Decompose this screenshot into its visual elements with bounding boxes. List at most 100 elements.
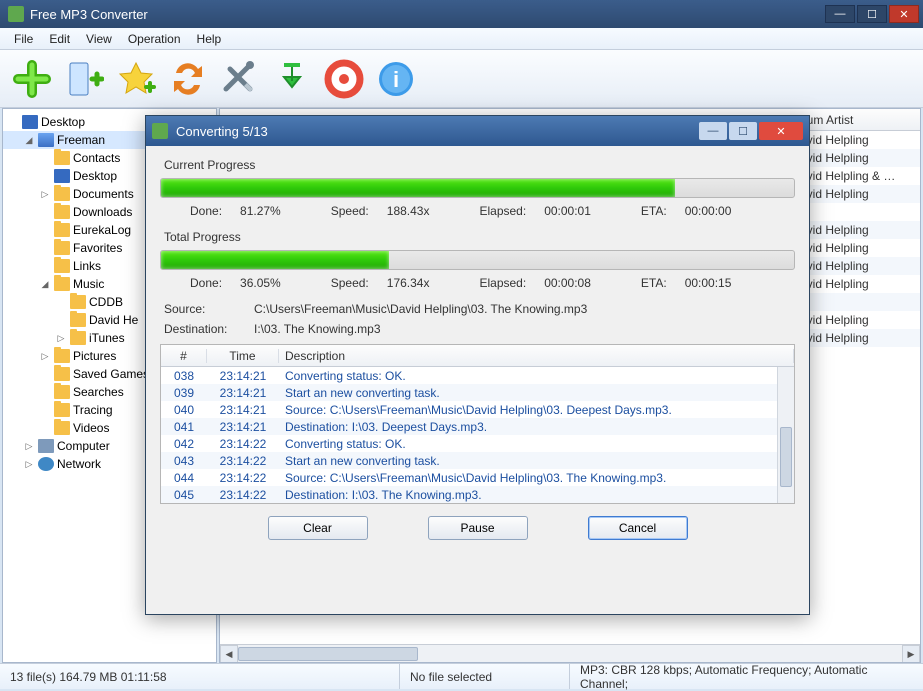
total-progressbar bbox=[160, 250, 795, 270]
menu-edit[interactable]: Edit bbox=[41, 30, 78, 48]
maximize-button[interactable]: ☐ bbox=[857, 5, 887, 23]
desktop-icon bbox=[22, 115, 38, 129]
folder-icon bbox=[54, 223, 70, 237]
tree-label: Desktop bbox=[41, 115, 85, 129]
log-list[interactable]: # Time Description 03823:14:21Converting… bbox=[160, 344, 795, 504]
log-row[interactable]: 03823:14:21Converting status: OK. bbox=[161, 367, 794, 384]
dialog-minimize-button[interactable]: — bbox=[699, 122, 727, 140]
about-button[interactable]: i bbox=[372, 55, 420, 103]
log-col-num[interactable]: # bbox=[161, 349, 207, 363]
folder-icon bbox=[70, 313, 86, 327]
tree-twisty-icon[interactable]: ▷ bbox=[23, 441, 35, 452]
folder-icon bbox=[54, 421, 70, 435]
menu-view[interactable]: View bbox=[78, 30, 120, 48]
scroll-thumb[interactable] bbox=[238, 647, 418, 661]
log-row[interactable]: 03923:14:21Start an new converting task. bbox=[161, 384, 794, 401]
tree-label: Documents bbox=[73, 187, 134, 201]
scroll-left-icon[interactable]: ◀ bbox=[220, 645, 238, 663]
log-row[interactable]: 04223:14:22Converting status: OK. bbox=[161, 435, 794, 452]
tree-twisty-icon[interactable]: ▷ bbox=[23, 459, 35, 470]
convert-button[interactable] bbox=[164, 55, 212, 103]
tree-twisty-icon[interactable]: ▷ bbox=[55, 333, 67, 344]
app-icon bbox=[8, 6, 24, 22]
tree-label: Tracing bbox=[73, 403, 113, 417]
log-row[interactable]: 04123:14:21Destination: I:\03. Deepest D… bbox=[161, 418, 794, 435]
tree-label: EurekaLog bbox=[73, 223, 131, 237]
tree-label: David He bbox=[89, 313, 138, 327]
add-folder-button[interactable] bbox=[60, 55, 108, 103]
source-label: Source: bbox=[164, 302, 254, 316]
converting-dialog: Converting 5/13 — ☐ ✕ Current Progress D… bbox=[145, 115, 810, 615]
tree-label: Desktop bbox=[73, 169, 117, 183]
log-col-desc[interactable]: Description bbox=[279, 349, 794, 363]
tree-label: Freeman bbox=[57, 133, 105, 147]
folder-icon bbox=[54, 277, 70, 291]
menu-file[interactable]: File bbox=[6, 30, 41, 48]
pause-button[interactable]: Pause bbox=[428, 516, 528, 540]
dialog-titlebar[interactable]: Converting 5/13 — ☐ ✕ bbox=[146, 116, 809, 146]
log-col-time[interactable]: Time bbox=[207, 349, 279, 363]
tree-label: Favorites bbox=[73, 241, 122, 255]
log-row[interactable]: 04323:14:22Start an new converting task. bbox=[161, 452, 794, 469]
tree-twisty-icon[interactable]: ▷ bbox=[39, 189, 51, 200]
titlebar[interactable]: Free MP3 Converter — ☐ ✕ bbox=[0, 0, 923, 28]
dest-label: Destination: bbox=[164, 322, 254, 336]
total-progress-label: Total Progress bbox=[164, 230, 795, 244]
tree-label: Pictures bbox=[73, 349, 116, 363]
tree-label: CDDB bbox=[89, 295, 123, 309]
menu-operation[interactable]: Operation bbox=[120, 30, 189, 48]
folder-icon bbox=[54, 205, 70, 219]
menubar: FileEditViewOperationHelp bbox=[0, 28, 923, 50]
current-progressbar bbox=[160, 178, 795, 198]
download-button[interactable] bbox=[268, 55, 316, 103]
status-right: MP3: CBR 128 kbps; Automatic Frequency; … bbox=[570, 664, 923, 689]
tree-label: Downloads bbox=[73, 205, 132, 219]
folder-icon bbox=[54, 349, 70, 363]
log-row[interactable]: 04023:14:21Source: C:\Users\Freeman\Musi… bbox=[161, 401, 794, 418]
toolbar: i bbox=[0, 50, 923, 108]
folder-icon bbox=[54, 259, 70, 273]
dialog-icon bbox=[152, 123, 168, 139]
help-button[interactable] bbox=[320, 55, 368, 103]
settings-button[interactable] bbox=[216, 55, 264, 103]
log-scrollbar[interactable] bbox=[777, 367, 794, 503]
tree-twisty-icon[interactable]: ◢ bbox=[23, 135, 35, 146]
tree-label: iTunes bbox=[89, 331, 125, 345]
source-path: C:\Users\Freeman\Music\David Helpling\03… bbox=[254, 302, 587, 316]
folder-icon bbox=[54, 367, 70, 381]
dest-path: I:\03. The Knowing.mp3 bbox=[254, 322, 381, 336]
log-row[interactable]: 04423:14:22Source: C:\Users\Freeman\Musi… bbox=[161, 469, 794, 486]
favorites-button[interactable] bbox=[112, 55, 160, 103]
comp-icon bbox=[38, 439, 54, 453]
cancel-button[interactable]: Cancel bbox=[588, 516, 688, 540]
tree-label: Videos bbox=[73, 421, 109, 435]
log-row[interactable]: 04523:14:22Destination: I:\03. The Knowi… bbox=[161, 486, 794, 503]
folder-icon bbox=[70, 331, 86, 345]
total-stats: Done:36.05% Speed:176.34x Elapsed:00:00:… bbox=[190, 276, 787, 290]
folder-icon bbox=[70, 295, 86, 309]
current-progress-label: Current Progress bbox=[164, 158, 795, 172]
close-button[interactable]: ✕ bbox=[889, 5, 919, 23]
tree-label: Computer bbox=[57, 439, 110, 453]
tree-twisty-icon[interactable]: ▷ bbox=[39, 351, 51, 362]
minimize-button[interactable]: — bbox=[825, 5, 855, 23]
tree-twisty-icon[interactable]: ◢ bbox=[39, 279, 51, 290]
current-stats: Done:81.27% Speed:188.43x Elapsed:00:00:… bbox=[190, 204, 787, 218]
folder-icon bbox=[54, 403, 70, 417]
menu-help[interactable]: Help bbox=[189, 30, 230, 48]
horizontal-scrollbar[interactable]: ◀ ▶ bbox=[220, 644, 920, 662]
scroll-right-icon[interactable]: ▶ bbox=[902, 645, 920, 663]
window-title: Free MP3 Converter bbox=[30, 7, 148, 22]
add-file-button[interactable] bbox=[8, 55, 56, 103]
user-icon bbox=[38, 133, 54, 147]
dialog-close-button[interactable]: ✕ bbox=[759, 122, 803, 140]
dialog-maximize-button[interactable]: ☐ bbox=[729, 122, 757, 140]
folder-icon bbox=[54, 385, 70, 399]
dialog-title: Converting 5/13 bbox=[176, 124, 268, 139]
folder-icon bbox=[54, 241, 70, 255]
clear-button[interactable]: Clear bbox=[268, 516, 368, 540]
tree-label: Searches bbox=[73, 385, 124, 399]
tree-label: Links bbox=[73, 259, 101, 273]
statusbar: 13 file(s) 164.79 MB 01:11:58 No file se… bbox=[0, 663, 923, 689]
status-mid: No file selected bbox=[400, 664, 570, 689]
